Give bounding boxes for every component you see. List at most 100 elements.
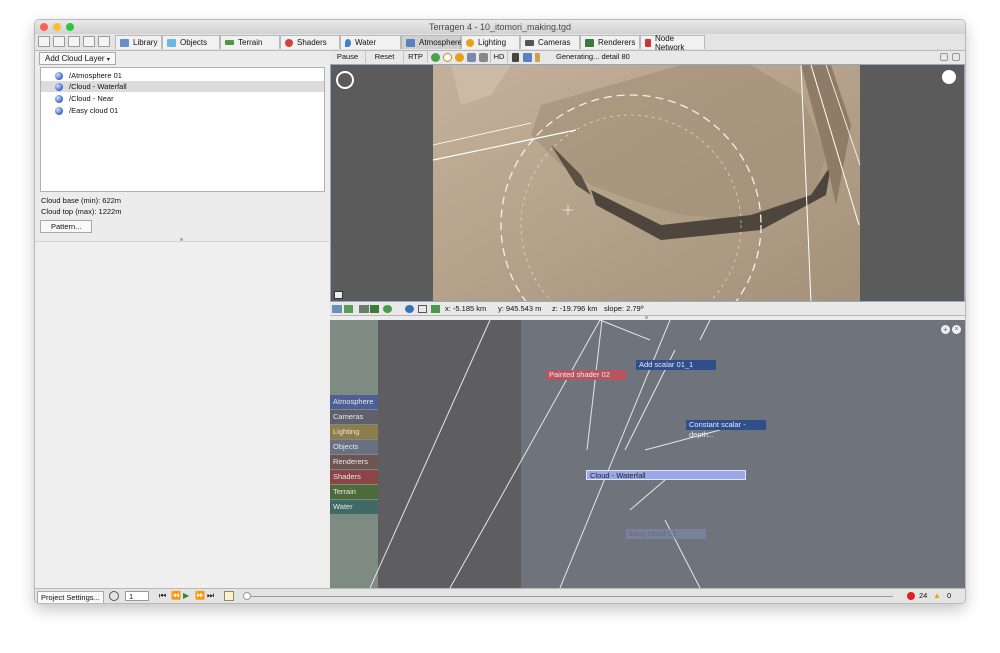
tab-cameras[interactable]: Cameras <box>520 35 580 49</box>
title-bar[interactable]: Terragen 4 - 10_itomori_making.tgd <box>35 20 965 35</box>
first-frame-icon[interactable]: ⏮ <box>159 591 166 601</box>
cloud-layer-icon <box>55 95 63 103</box>
view-options-icon[interactable] <box>940 53 948 61</box>
network-icon <box>645 38 651 47</box>
keyframe-icon[interactable] <box>224 591 234 601</box>
list-item[interactable]: /Atmosphere 01 <box>41 70 324 81</box>
open-file-icon[interactable] <box>53 36 65 47</box>
tab-terrain[interactable]: Terrain <box>220 35 280 49</box>
cloud-toggle-icon[interactable] <box>467 53 476 62</box>
cloud-layer-icon <box>55 83 63 91</box>
list-item[interactable]: /Cloud - Near <box>41 93 324 104</box>
tab-water[interactable]: Water <box>340 35 401 49</box>
redo-icon[interactable] <box>98 36 110 47</box>
splitter-handle[interactable] <box>645 316 648 319</box>
follow-terrain-icon[interactable] <box>431 305 440 313</box>
prev-frame-icon[interactable]: ⏪ <box>171 591 181 600</box>
crop-icon[interactable] <box>535 53 540 62</box>
tab-objects[interactable]: Objects <box>162 35 220 49</box>
app-window: Terragen 4 - 10_itomori_making.tgd Libra… <box>35 20 965 603</box>
viewport-toolbar: Pause Reset RTP HD Generating... detail … <box>330 51 965 65</box>
reset-button[interactable]: Reset <box>366 51 404 63</box>
error-icon[interactable] <box>907 592 915 600</box>
render-icon[interactable] <box>359 305 369 313</box>
eye-icon[interactable] <box>405 305 414 313</box>
undo-icon[interactable] <box>83 36 95 47</box>
sun-icon[interactable] <box>455 53 464 62</box>
warning-icon[interactable]: ▲ <box>933 591 941 600</box>
tab-atmosphere[interactable]: Atmosphere <box>401 35 462 49</box>
camera-icon <box>525 39 534 46</box>
view-settings-icon[interactable] <box>952 53 960 61</box>
project-settings-button[interactable]: Project Settings... <box>37 591 104 603</box>
coord-slope: slope: 2.79º <box>604 304 644 313</box>
node-add-scalar[interactable]: Add scalar 01_1 <box>636 360 716 370</box>
atmosphere-layer-icon <box>55 72 63 80</box>
camera-view-icon[interactable] <box>332 305 342 313</box>
terrain-preview <box>432 65 861 301</box>
sun-icon <box>466 38 474 47</box>
tab-shaders[interactable]: Shaders <box>280 35 340 49</box>
navigation-compass-icon[interactable] <box>336 71 354 89</box>
add-node-icon[interactable]: + <box>941 325 950 334</box>
3d-preview-viewport[interactable] <box>330 64 965 302</box>
timeline-slider[interactable] <box>245 596 893 597</box>
list-item[interactable]: /Cloud - Waterfall <box>41 81 324 92</box>
image-icon <box>585 38 594 47</box>
coordinates-bar: x: -5.185 km y: 945.543 m z: -19.796 km … <box>330 303 965 316</box>
last-frame-icon[interactable]: ⏭ <box>207 591 214 601</box>
pattern-button[interactable]: Pattern... <box>40 220 93 233</box>
next-frame-icon[interactable]: ⏩ <box>195 591 205 600</box>
timeline-handle[interactable] <box>243 592 251 600</box>
cloud-layer-icon <box>55 107 63 115</box>
dropdown-arrow-icon: ▾ <box>106 57 110 63</box>
warning-count: 0 <box>947 591 952 600</box>
tab-renderers[interactable]: Renderers <box>580 35 640 49</box>
water-drop-icon <box>345 38 351 47</box>
cloud-layer-list[interactable]: /Atmosphere 01 /Cloud - Waterfall /Cloud… <box>40 67 325 192</box>
new-file-icon[interactable] <box>38 36 50 47</box>
sphere-icon <box>285 38 293 47</box>
render-region-icon[interactable] <box>523 53 532 62</box>
hd-button[interactable]: HD <box>490 51 508 63</box>
bottom-bar: Project Settings... 1 ⏮ ⏪ ▶ ⏩ ⏭ 24 ▲ 0 <box>35 588 965 603</box>
node-network-panel[interactable]: Atmosphere Cameras Lighting Objects Rend… <box>330 320 965 588</box>
sun-outline-icon[interactable] <box>443 53 452 62</box>
coord-y: y: 945.543 m <box>498 304 542 313</box>
error-count: 24 <box>919 591 928 600</box>
tab-lighting[interactable]: Lighting <box>461 35 520 49</box>
play-icon[interactable]: ▶ <box>183 591 189 600</box>
cloud-icon <box>406 38 415 47</box>
tab-node-network[interactable]: Node Network <box>640 34 705 52</box>
cloud-base-info: Cloud base (min): 622m <box>41 196 122 205</box>
close-icon[interactable]: × <box>952 325 961 334</box>
coord-z: z: -19.796 km <box>552 304 598 313</box>
node-easy-cloud[interactable]: Easy cloud 01 <box>626 529 706 539</box>
clock-icon[interactable] <box>109 591 119 601</box>
list-item[interactable]: /Easy cloud 01 <box>41 105 324 116</box>
fit-view-icon[interactable] <box>418 305 427 313</box>
library-icon <box>120 38 129 47</box>
node-painted-shader[interactable]: Painted shader 02 <box>546 370 626 380</box>
atmosphere-panel: Add Cloud Layer ▾ /Atmosphere 01 /Cloud … <box>35 51 329 588</box>
brush-icon[interactable] <box>512 53 519 62</box>
gear-icon[interactable] <box>479 53 488 62</box>
image-icon[interactable] <box>370 305 379 313</box>
render-status: Generating... detail 80 <box>556 52 630 61</box>
main-tab-bar: Library Objects Terrain Shaders Water At… <box>35 34 965 52</box>
rtp-button[interactable]: RTP <box>404 51 428 63</box>
cube-icon <box>167 38 176 47</box>
node-cloud-waterfall[interactable]: Cloud - Waterfall <box>586 470 746 480</box>
sun-position-icon[interactable] <box>942 70 956 84</box>
refresh-icon[interactable] <box>383 305 392 313</box>
add-cloud-layer-button[interactable]: Add Cloud Layer ▾ <box>39 52 116 65</box>
landscape-icon[interactable] <box>344 305 353 313</box>
terrain-icon <box>225 40 234 45</box>
node-constant-scalar[interactable]: Constant scalar - depth... <box>686 420 766 439</box>
pause-button[interactable]: Pause <box>330 51 366 63</box>
zoom-extents-icon[interactable] <box>334 291 343 299</box>
save-file-icon[interactable] <box>68 36 80 47</box>
frame-number-field[interactable]: 1 <box>125 591 149 601</box>
globe-icon[interactable] <box>431 53 440 62</box>
tab-library[interactable]: Library <box>115 35 162 49</box>
